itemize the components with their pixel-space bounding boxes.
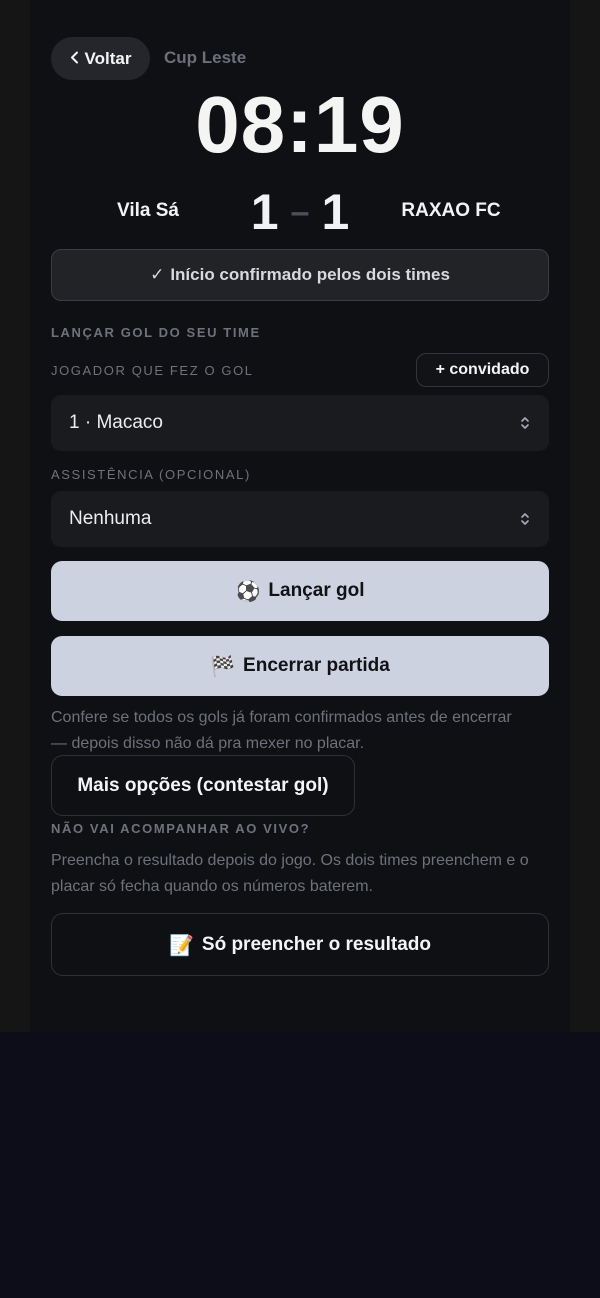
result-only-help: Preencha o resultado depois do jogo. Os … bbox=[51, 852, 529, 895]
home-team-name: Vila Sá bbox=[117, 200, 179, 221]
more-options-button[interactable]: Mais opções (contestar gol) bbox=[51, 755, 355, 816]
select-arrows-icon bbox=[519, 510, 531, 528]
scoreboard: 1 – 1 bbox=[230, 183, 370, 241]
result-only-section-title: NÃO VAI ACOMPANHAR AO VIVO? bbox=[51, 821, 311, 836]
assist-select[interactable]: Nenhuma bbox=[51, 491, 549, 547]
chevron-left-icon bbox=[70, 49, 79, 69]
match-timer: 08:19 bbox=[195, 80, 405, 169]
memo-icon: 📝 bbox=[168, 932, 194, 957]
end-match-help: Confere se todos os gols já foram confir… bbox=[51, 709, 512, 752]
away-team-name: RAXAO FC bbox=[401, 200, 501, 221]
fill-result-label: Só preencher o resultado bbox=[201, 933, 432, 955]
goal-section-title: LANÇAR GOL DO SEU TIME bbox=[51, 325, 261, 340]
assist-label: ASSISTÊNCIA (OPCIONAL) bbox=[51, 467, 251, 482]
scorer-select-value: 1 · Macaco bbox=[69, 412, 163, 433]
launch-goal-button[interactable]: ⚽ Lançar gol bbox=[51, 561, 549, 621]
end-match-button[interactable]: 🏁 Encerrar partida bbox=[51, 636, 549, 696]
check-icon: ✓ bbox=[150, 265, 165, 284]
assist-select-value: Nenhuma bbox=[69, 508, 152, 529]
scorer-label: JOGADOR QUE FEZ O GOL bbox=[51, 363, 254, 378]
launch-goal-label: Lançar gol bbox=[268, 580, 365, 601]
start-confirmed-text: Início confirmado pelos dois times bbox=[170, 265, 450, 284]
add-guest-button[interactable]: + convidado bbox=[416, 353, 549, 387]
checkered-flag-icon: 🏁 bbox=[210, 654, 236, 678]
home-score: 1 bbox=[250, 184, 279, 240]
soccer-ball-icon: ⚽ bbox=[235, 579, 261, 603]
scorer-select[interactable]: 1 · Macaco bbox=[51, 395, 549, 451]
away-score: 1 bbox=[321, 184, 350, 240]
fill-result-button[interactable]: 📝 Só preencher o resultado bbox=[51, 913, 549, 976]
score-separator: – bbox=[290, 193, 310, 231]
back-button[interactable]: Voltar bbox=[51, 37, 150, 80]
end-match-label: Encerrar partida bbox=[243, 655, 390, 676]
start-confirmed-banner: ✓ Início confirmado pelos dois times bbox=[51, 249, 549, 301]
select-arrows-icon bbox=[519, 414, 531, 432]
back-label: Voltar bbox=[84, 48, 132, 68]
competition-name: Cup Leste bbox=[164, 48, 247, 67]
